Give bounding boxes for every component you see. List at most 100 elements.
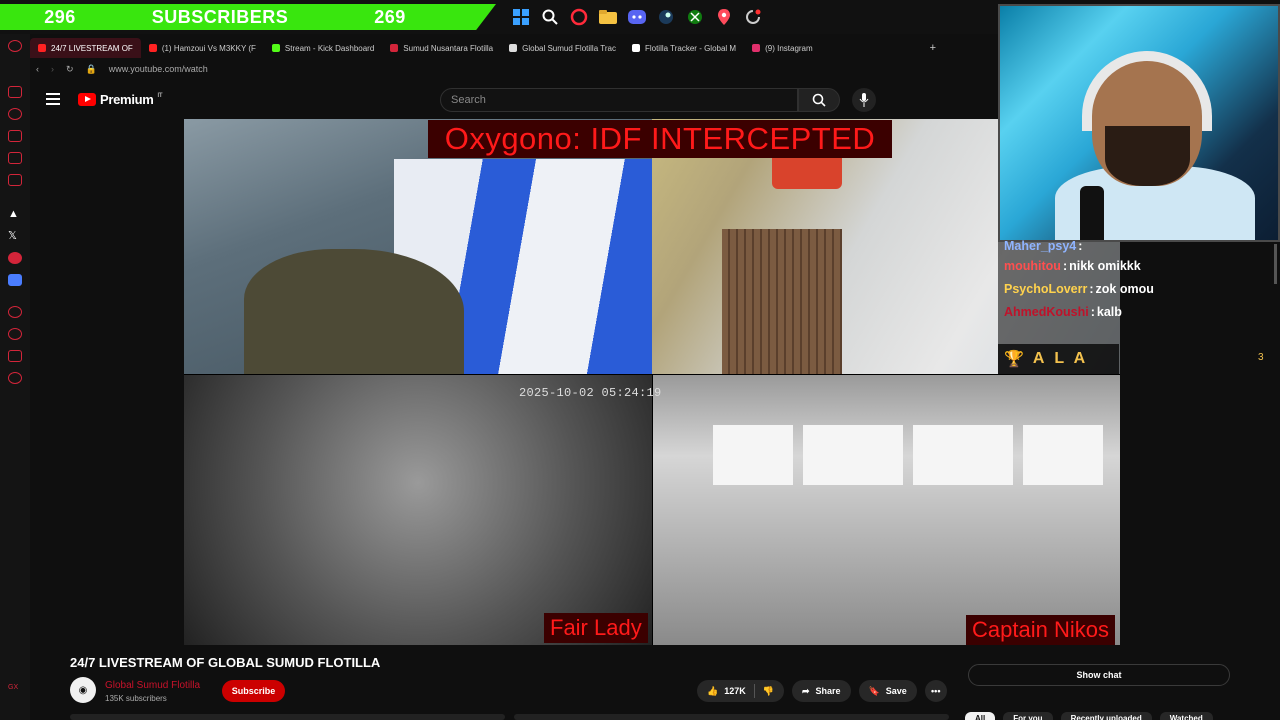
tab-favicon <box>509 44 518 52</box>
trophy-icon: 🏆 <box>1004 351 1027 368</box>
subscribe-button[interactable]: Subscribe <box>222 680 285 702</box>
comments-box[interactable] <box>514 714 949 720</box>
subs-left-count: 296 <box>44 6 76 27</box>
chip-watched[interactable]: Watched <box>1159 712 1213 720</box>
tab-6[interactable]: (9) Instagram <box>744 38 821 58</box>
stream-chat-overlay: Maher_psy4: mouhitou: nikk omikkk Psycho… <box>1000 235 1280 321</box>
hamburger-menu-icon[interactable] <box>46 93 60 105</box>
tab-label: (1) Hamzoui Vs M3KKY (F <box>161 43 256 53</box>
sidebar-refresh-icon[interactable] <box>8 108 22 120</box>
lock-icon: 🔒 <box>85 63 97 74</box>
sidebar-history-icon[interactable] <box>8 328 22 340</box>
back-icon[interactable]: ‹ <box>36 64 39 74</box>
subscriber-counter: 296 SUBSCRIBERS 269 <box>0 4 496 30</box>
video-banner: Oxygono: IDF INTERCEPTED <box>428 120 892 158</box>
subscriber-count: 135K subscribers <box>105 694 167 703</box>
thumbs-down-icon[interactable]: 👎 <box>763 686 774 697</box>
description-box[interactable] <box>70 714 505 720</box>
top-donor-name: A L A <box>1032 350 1089 367</box>
thumbs-up-icon: 👍 <box>707 685 719 696</box>
search-icon <box>812 93 826 107</box>
chat-username: Maher_psy4 <box>1004 239 1077 253</box>
tab-label: Stream - Kick Dashboard <box>284 43 375 53</box>
video-title: 24/7 LIVESTREAM OF GLOBAL SUMUD FLOTILLA <box>70 655 381 670</box>
xbox-icon[interactable] <box>684 6 706 28</box>
caption-fair-lady: Fair Lady <box>544 613 648 643</box>
tab-1[interactable]: (1) Hamzoui Vs M3KKY (F <box>141 38 264 58</box>
sidebar-chat-icon[interactable] <box>8 152 22 164</box>
caption-captain-nikos: Captain Nikos <box>966 615 1115 645</box>
tab-favicon <box>148 44 157 52</box>
chat-message: AhmedKoushi: kalb <box>1004 305 1122 319</box>
address-bar: ‹ › ↻ 🔒 www.youtube.com/watch <box>30 60 1000 78</box>
sidebar-settings-icon[interactable] <box>8 372 22 384</box>
premium-label: Premium <box>100 92 154 107</box>
chat-message: Maher_psy4: <box>1004 239 1083 253</box>
tab-5[interactable]: Flotilla Tracker - Global M <box>624 38 744 58</box>
sidebar-play-icon[interactable] <box>8 306 22 318</box>
chip-recently-uploaded[interactable]: Recently uploaded <box>1060 712 1152 720</box>
sidebar-footer-icon[interactable]: GX <box>8 684 18 691</box>
tab-favicon <box>271 44 280 52</box>
discord-icon[interactable] <box>626 6 648 28</box>
chat-text: nikk omikkk <box>1069 259 1141 273</box>
scrollbar[interactable] <box>1274 244 1277 284</box>
opera-icon[interactable] <box>568 6 590 28</box>
bookmark-icon: 🔖 <box>868 685 880 696</box>
sidebar-ai-icon[interactable]: ▲ <box>8 208 22 220</box>
steam-icon[interactable] <box>655 6 677 28</box>
search-icon[interactable] <box>539 6 561 28</box>
search-input[interactable]: Search <box>440 88 798 112</box>
channel-avatar[interactable]: ◉ <box>70 677 96 703</box>
tab-favicon <box>752 44 761 52</box>
folder-icon[interactable] <box>597 6 619 28</box>
save-button[interactable]: 🔖 Save <box>858 680 917 702</box>
share-icon: ➦ <box>801 685 810 696</box>
video-player[interactable]: Oxygono: IDF INTERCEPTED 2025-10-02 05:2… <box>184 119 1120 645</box>
new-tab-button[interactable]: + <box>922 38 944 58</box>
top-donor-count: 3 <box>1258 352 1264 363</box>
chip-all[interactable]: All <box>965 712 996 720</box>
video-actions: 👍 127K 👎 ➦ Share 🔖 Save ••• <box>697 680 947 702</box>
search-button[interactable] <box>798 88 840 112</box>
tab-3[interactable]: Sumud Nusantara Flotilla <box>382 38 501 58</box>
chat-message: PsychoLoverr: zok omou <box>1004 282 1154 296</box>
url-field[interactable]: www.youtube.com/watch <box>109 64 208 74</box>
maps-icon[interactable] <box>713 6 735 28</box>
sidebar-shield-icon[interactable] <box>8 274 22 286</box>
show-chat-button[interactable]: Show chat <box>968 664 1230 686</box>
tab-label: 24/7 LIVESTREAM OF <box>51 43 133 53</box>
youtube-logo[interactable]: Premium IT <box>78 92 163 107</box>
tab-favicon <box>631 44 640 52</box>
tab-strip: 24/7 LIVESTREAM OF (1) Hamzoui Vs M3KKY … <box>30 38 1000 58</box>
tab-label: Sumud Nusantara Flotilla <box>403 43 494 53</box>
sidebar-news-icon[interactable] <box>8 174 22 186</box>
sidebar-feed-icon[interactable] <box>8 86 22 98</box>
sidebar-box-icon[interactable] <box>8 350 22 362</box>
tab-2[interactable]: Stream - Kick Dashboard <box>264 38 382 58</box>
subs-label: SUBSCRIBERS <box>151 6 289 27</box>
channel-name[interactable]: Global Sumud Flotilla <box>105 680 200 691</box>
reload-icon[interactable]: ↻ <box>66 64 74 75</box>
more-actions-button[interactable]: ••• <box>924 680 947 702</box>
voice-search-button[interactable] <box>852 88 876 112</box>
x-twitter-icon[interactable]: 𝕏 <box>8 230 22 242</box>
tab-label: Global Sumud Flotilla Trac <box>522 43 616 53</box>
chip-for-you[interactable]: For you <box>1003 712 1053 720</box>
subs-right-count: 269 <box>374 6 406 27</box>
like-button[interactable]: 👍 127K 👎 <box>697 680 784 702</box>
spinner-icon[interactable] <box>742 6 764 28</box>
share-button[interactable]: ➦ Share <box>791 680 851 702</box>
like-count: 127K <box>724 686 746 696</box>
chat-username: PsychoLoverr <box>1004 282 1088 296</box>
forward-icon[interactable]: › <box>51 64 54 74</box>
opera-logo-icon[interactable] <box>8 40 22 52</box>
windows-icon[interactable] <box>510 6 532 28</box>
screen: 296 SUBSCRIBERS 269 ▲ 𝕏 GX 24/7 LIVESTRE… <box>0 0 1280 720</box>
sidebar-bag-icon[interactable] <box>8 130 22 142</box>
tab-0[interactable]: 24/7 LIVESTREAM OF <box>30 38 141 58</box>
tab-label: (9) Instagram <box>765 43 813 53</box>
sidebar-record-icon[interactable] <box>8 252 22 264</box>
tab-4[interactable]: Global Sumud Flotilla Trac <box>501 38 624 58</box>
tab-label: Flotilla Tracker - Global M <box>644 43 737 53</box>
